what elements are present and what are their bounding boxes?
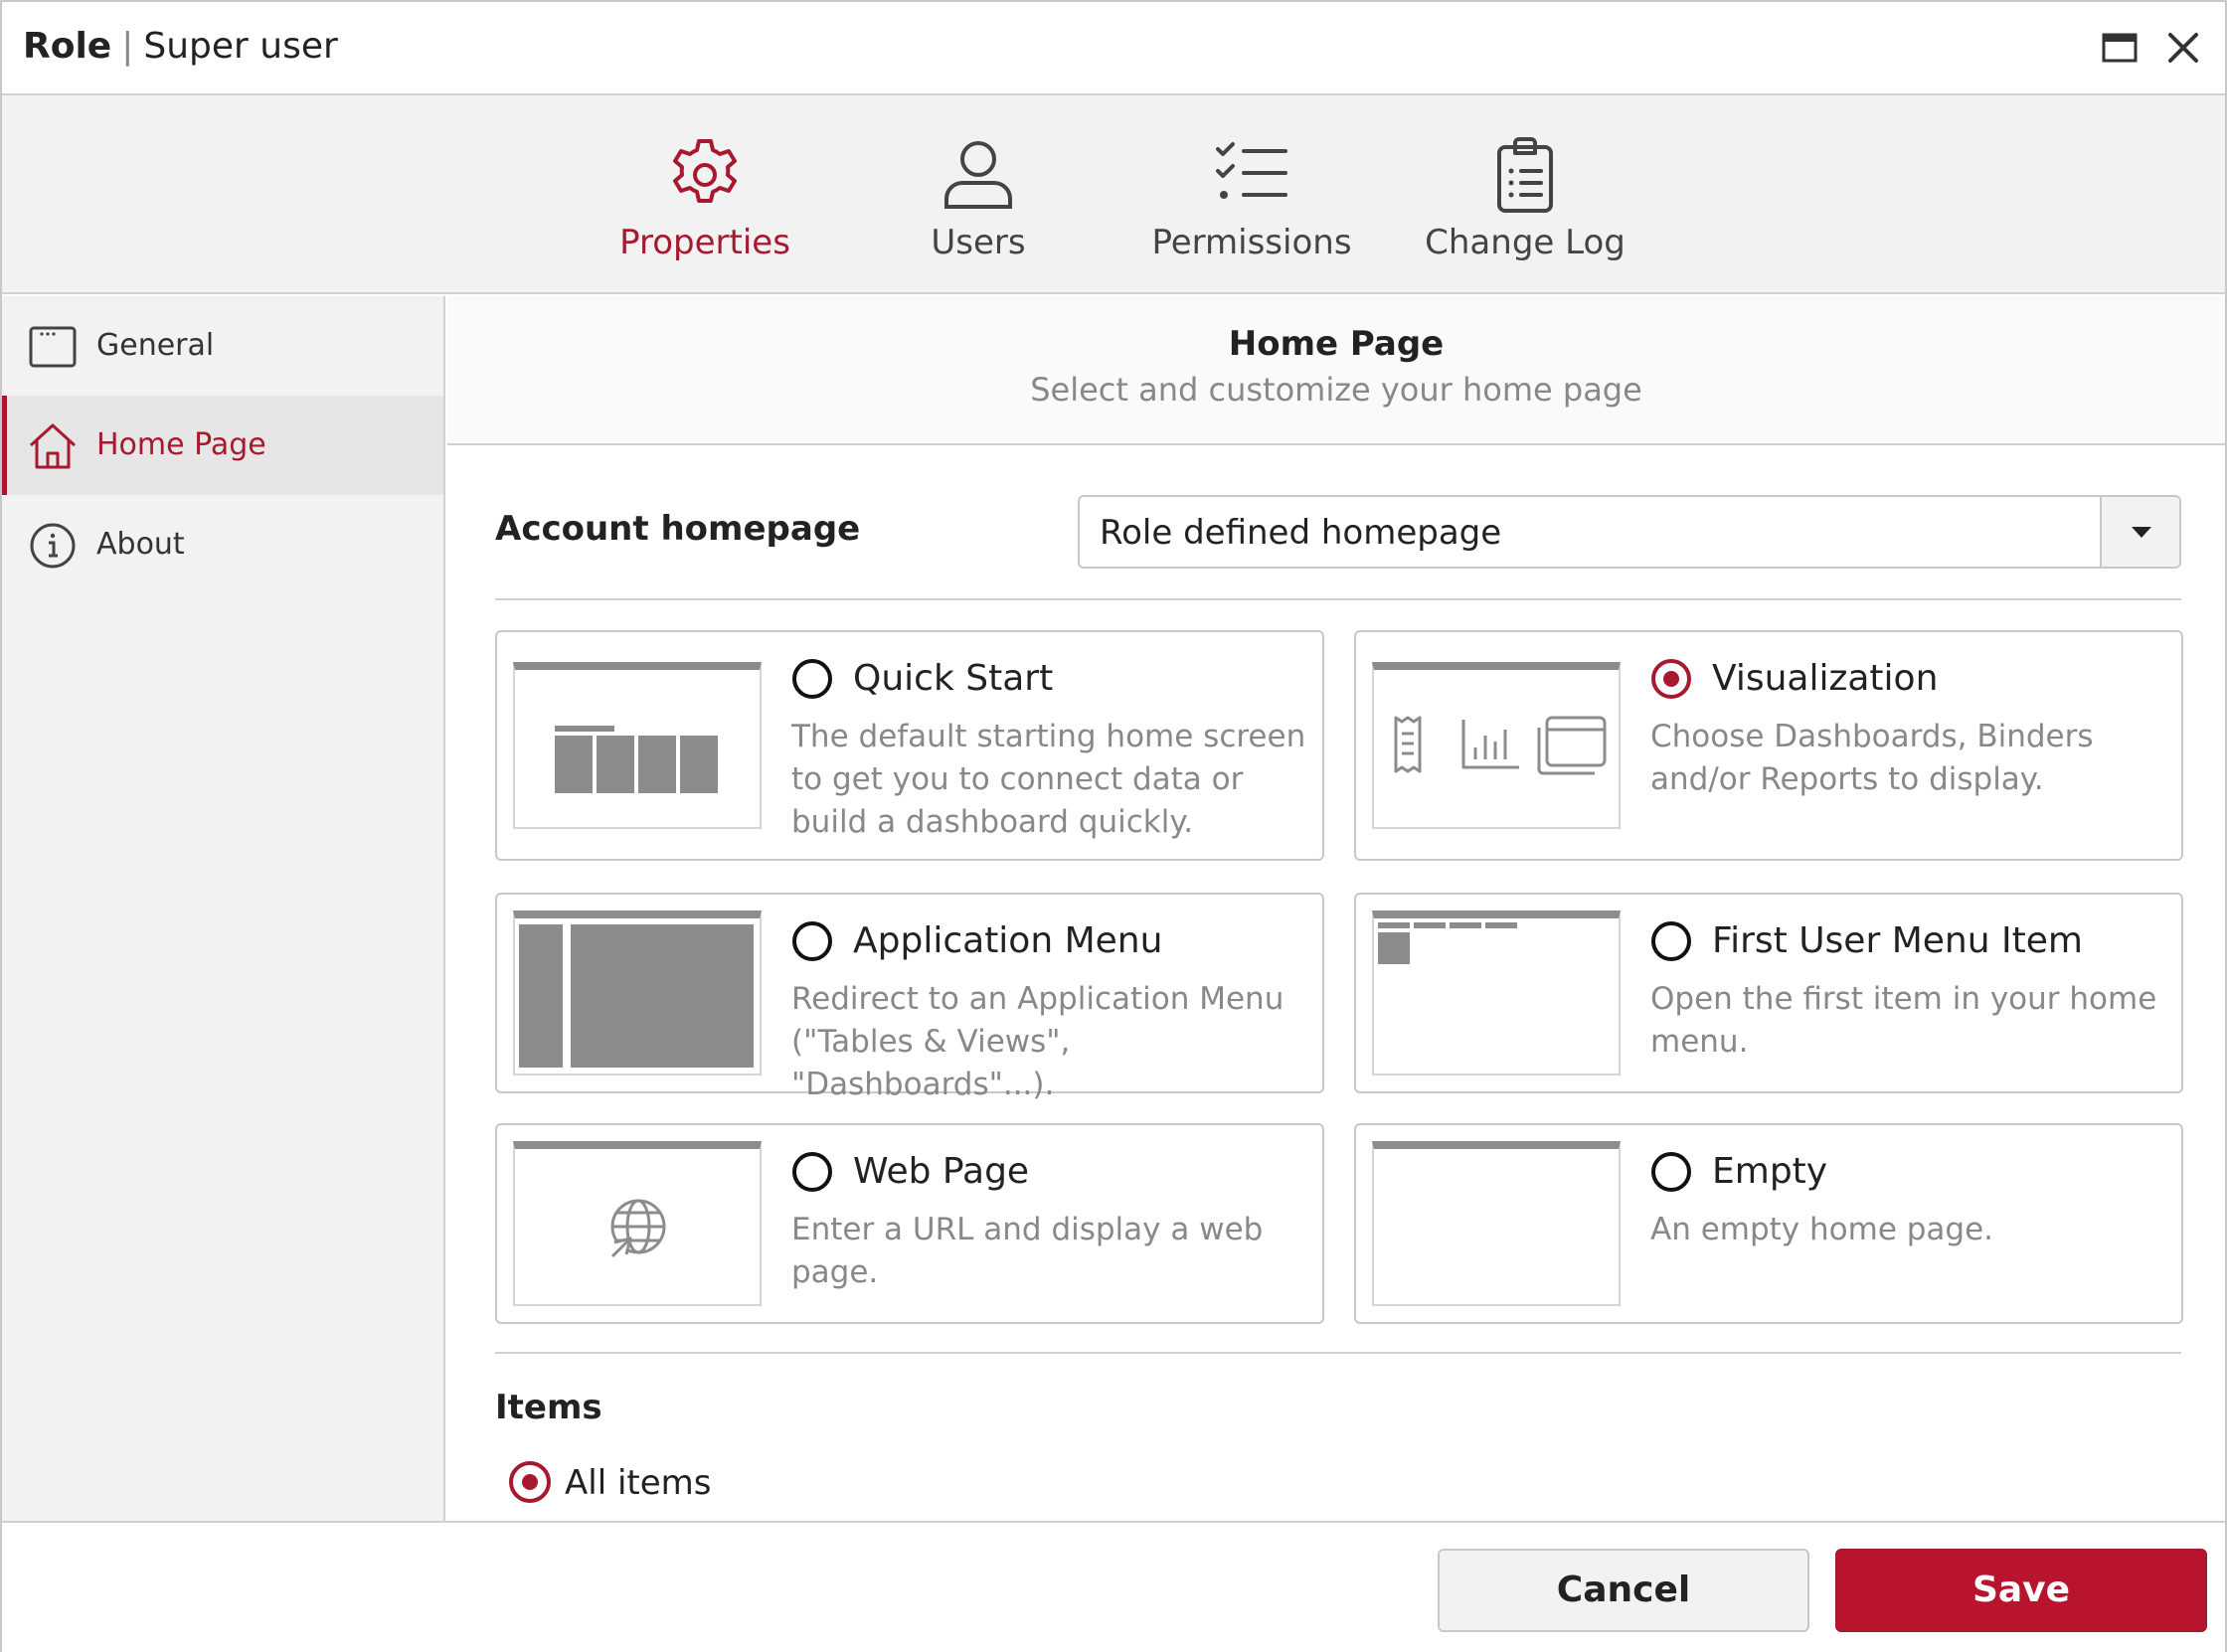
save-button[interactable]: Save [1835, 1549, 2207, 1632]
option-description: Choose Dashboards, Binders and/or Report… [1650, 719, 2094, 797]
close-button[interactable] [2161, 26, 2205, 70]
tab-properties-label: Properties [619, 223, 790, 262]
home-icon [29, 423, 77, 469]
tab-change-log-label: Change Log [1425, 223, 1626, 262]
menu-layout-icon [1378, 922, 1517, 964]
option-title: Quick Start [853, 658, 1054, 699]
sidebar-item-about-label: About [96, 527, 185, 562]
radio-first-user-menu-item[interactable] [1650, 920, 1692, 962]
radio-unchecked-icon [792, 921, 832, 961]
radio-checked-icon [509, 1461, 551, 1503]
radio-web-page[interactable] [791, 1151, 833, 1193]
section-header: Home Page Select and customize your home… [447, 296, 2225, 445]
divider [495, 1352, 2181, 1354]
option-title: First User Menu Item [1712, 920, 2083, 961]
main-panel: Home Page Select and customize your home… [447, 296, 2225, 1521]
tab-properties[interactable]: Properties [576, 135, 834, 264]
dashboard-icons [1394, 716, 1607, 775]
window-icon [29, 326, 77, 368]
sidebar-item-home-page-label: Home Page [96, 427, 266, 462]
radio-checked-icon [1651, 659, 1691, 699]
user-icon [944, 141, 1012, 209]
option-card-first-user-menu-item[interactable]: First User Menu Item Open the first item… [1354, 893, 2183, 1093]
divider [495, 598, 2181, 600]
tab-change-log[interactable]: Change Log [1396, 135, 1654, 264]
option-card-application-menu[interactable]: Application Menu Redirect to an Applicat… [495, 893, 1324, 1102]
title-separator: | [121, 26, 134, 67]
sidebar: General Home Page About [2, 296, 445, 1521]
radio-unchecked-icon [792, 1152, 832, 1192]
maximize-button[interactable] [2098, 26, 2141, 70]
close-icon [2168, 33, 2198, 63]
first-user-menu-item-thumbnail [1372, 910, 1621, 1075]
sidebar-item-home-page[interactable]: Home Page [2, 396, 443, 495]
sidebar-layout-icon [519, 924, 754, 1068]
gear-icon [673, 139, 737, 203]
radio-unchecked-icon [1651, 1152, 1691, 1192]
all-items-label: All items [565, 1463, 712, 1503]
checklist-icon [1216, 142, 1287, 199]
tab-users-label: Users [931, 223, 1026, 262]
account-homepage-label: Account homepage [495, 509, 861, 549]
sidebar-item-about[interactable]: About [2, 495, 443, 594]
application-menu-thumbnail [513, 910, 762, 1075]
account-homepage-value: Role defined homepage [1100, 513, 1502, 553]
option-title: Application Menu [853, 920, 1163, 961]
tab-permissions-label: Permissions [1151, 223, 1352, 262]
radio-visualization[interactable] [1650, 658, 1692, 700]
tab-permissions[interactable]: Permissions [1122, 135, 1381, 264]
quick-start-thumbnail [513, 662, 762, 829]
dialog-footer: Cancel Save [2, 1521, 2225, 1652]
radio-quick-start[interactable] [791, 658, 833, 700]
title-bar: Role | Super user [2, 2, 2225, 95]
option-description: Enter a URL and display a web page. [791, 1212, 1264, 1290]
tab-bar: Properties Users Permissions Change Log [2, 95, 2225, 294]
web-page-thumbnail [513, 1141, 762, 1306]
option-card-web-page[interactable]: Web Page Enter a URL and display a web p… [495, 1123, 1324, 1324]
dialog-title: Role | Super user [23, 22, 338, 72]
option-card-quick-start[interactable]: Quick Start The default starting home sc… [495, 630, 1324, 861]
tab-users[interactable]: Users [849, 135, 1108, 264]
items-label: Items [495, 1388, 602, 1427]
option-card-empty[interactable]: Empty An empty home page. [1354, 1123, 2183, 1324]
chevron-down-icon [2132, 527, 2151, 538]
radio-unchecked-icon [792, 659, 832, 699]
radio-empty[interactable] [1650, 1151, 1692, 1193]
empty-thumbnail [1372, 1141, 1621, 1306]
option-title: Empty [1712, 1151, 1828, 1192]
sidebar-item-general-label: General [96, 328, 215, 363]
option-description: Open the first item in your home menu. [1650, 981, 2157, 1060]
account-homepage-select[interactable]: Role defined homepage [1078, 495, 2181, 569]
title-role: Role [23, 26, 112, 67]
info-icon [30, 523, 76, 569]
visualization-thumbnail [1372, 662, 1621, 829]
sidebar-item-general[interactable]: General [2, 296, 443, 396]
maximize-icon [2102, 33, 2138, 63]
section-title: Home Page [1228, 324, 1445, 364]
option-card-visualization[interactable]: Visualization Choose Dashboards, Binders… [1354, 630, 2183, 861]
option-description: An empty home page. [1650, 1212, 1994, 1247]
section-subtitle: Select and customize your home page [1030, 371, 1642, 409]
title-name: Super user [143, 26, 338, 67]
option-description: Redirect to an Application Menu ("Tables… [791, 981, 1285, 1102]
radio-application-menu[interactable] [791, 920, 833, 962]
tiles-icon [555, 726, 718, 793]
option-description: The default starting home screen to get … [791, 719, 1306, 840]
role-dialog: Role | Super user Properties Users Permi… [0, 0, 2227, 1652]
clipboard-icon [1497, 137, 1553, 213]
cancel-button[interactable]: Cancel [1438, 1549, 1809, 1632]
dropdown-toggle[interactable] [2100, 497, 2179, 567]
option-title: Visualization [1712, 658, 1939, 699]
globe-icon [610, 1199, 666, 1258]
radio-unchecked-icon [1651, 921, 1691, 961]
option-title: Web Page [853, 1151, 1030, 1192]
